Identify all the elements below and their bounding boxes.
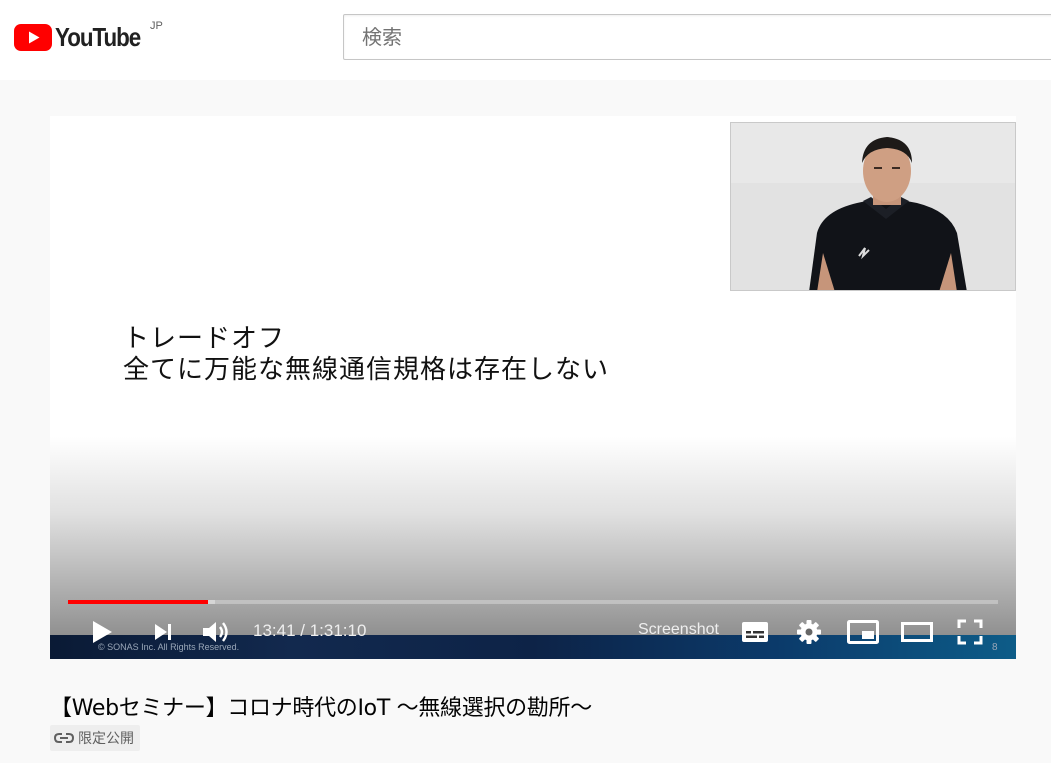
youtube-logo-icon — [14, 23, 52, 51]
search-input[interactable]: 検索 — [343, 14, 1051, 60]
miniplayer-icon — [847, 620, 879, 644]
volume-icon — [203, 622, 228, 642]
duration: 1:31:10 — [309, 621, 367, 640]
slide-text: トレードオフ 全てに万能な無線通信規格は存在しない — [123, 324, 609, 386]
play-button[interactable] — [88, 619, 116, 645]
youtube-logo[interactable]: YouTube JP — [14, 20, 163, 54]
current-time: 13:41 — [253, 621, 296, 640]
next-icon — [155, 624, 171, 640]
theater-icon — [901, 622, 933, 642]
miniplayer-button[interactable] — [846, 619, 880, 645]
player-controls: 13:41 / 1:31:10 Screenshot — [50, 611, 1016, 651]
link-icon — [54, 733, 74, 743]
progress-bar[interactable] — [68, 600, 998, 604]
slide-line-1: トレードオフ — [123, 324, 286, 354]
subtitles-icon — [742, 622, 768, 642]
presenter-image — [731, 123, 1015, 290]
time-separator: / — [295, 621, 310, 640]
time-display: 13:41 / 1:31:10 — [253, 621, 366, 641]
theater-mode-button[interactable] — [900, 620, 934, 644]
privacy-label: 限定公開 — [78, 731, 134, 747]
video-player[interactable]: トレードオフ 全てに万能な無線通信規格は存在しない © SONAS Inc. A… — [50, 116, 1016, 659]
play-icon — [93, 621, 112, 643]
privacy-badge: 限定公開 — [50, 725, 140, 751]
presenter-video — [730, 122, 1016, 291]
logo-country-code: JP — [150, 20, 163, 32]
fullscreen-icon — [957, 619, 983, 645]
settings-button[interactable] — [794, 618, 824, 646]
slide-line-2: 全てに万能な無線通信規格は存在しない — [123, 355, 610, 385]
screenshot-button[interactable]: Screenshot — [638, 621, 719, 639]
volume-button[interactable] — [200, 618, 232, 646]
fullscreen-button[interactable] — [954, 618, 986, 646]
subtitles-button[interactable] — [739, 619, 771, 645]
progress-played — [68, 600, 208, 604]
logo-wordmark: YouTube — [55, 21, 141, 52]
settings-icon — [797, 620, 821, 644]
video-title: 【Webセミナー】コロナ時代のIoT ～無線選択の勘所～ — [50, 696, 592, 721]
masthead: YouTube JP 検索 — [0, 0, 1051, 80]
next-button[interactable] — [150, 620, 176, 644]
